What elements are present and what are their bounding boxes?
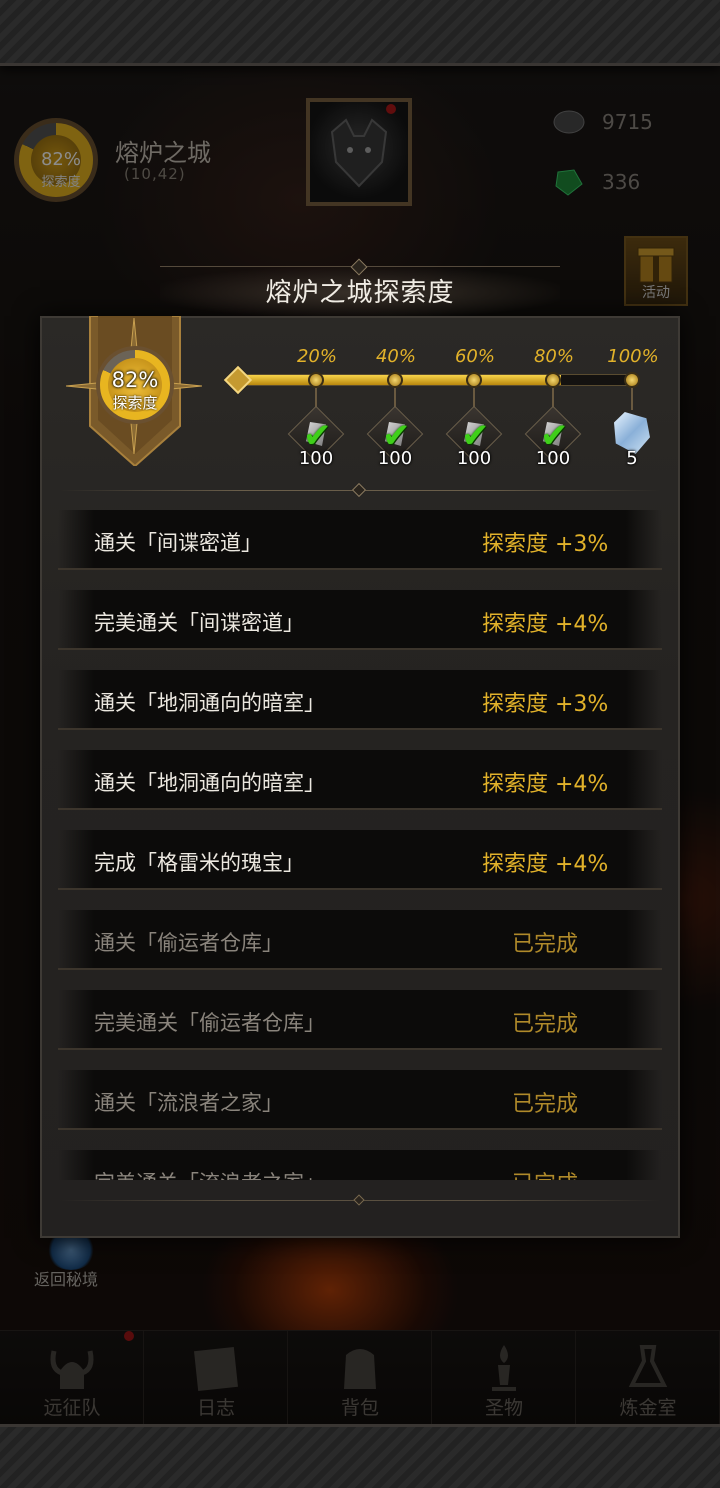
task-reward: 探索度 +4% (482, 852, 609, 877)
task-name: 完美通关「流浪者之家」 (94, 1167, 325, 1180)
milestone-node (624, 372, 640, 388)
task-row: 通关「地洞通向的暗室」 探索度 +4% (58, 750, 662, 810)
milestone-reward-80[interactable]: ✔ 100 (524, 405, 582, 469)
task-name: 完美通关「间谍密道」 (94, 611, 304, 635)
milestone-node (466, 372, 482, 388)
task-reward: 探索度 +4% (482, 612, 609, 637)
task-row: 通关「间谍密道」 探索度 +3% (58, 510, 662, 570)
medal-progress-label: 探索度 (112, 394, 158, 412)
task-row: 完美通关「间谍密道」 探索度 +4% (58, 590, 662, 650)
top-frame (0, 0, 720, 66)
task-name: 通关「地洞通向的暗室」 (94, 771, 325, 795)
task-row: 通关「地洞通向的暗室」 探索度 +3% (58, 670, 662, 730)
milestone-stem (631, 388, 633, 410)
task-row: 完成「格雷米的瑰宝」 探索度 +4% (58, 830, 662, 890)
reward-qty: 100 (298, 448, 334, 469)
milestone-node (387, 372, 403, 388)
reward-qty: 100 (535, 448, 571, 469)
task-name: 通关「地洞通向的暗室」 (94, 691, 325, 715)
milestone-pct: 80% (533, 346, 574, 367)
milestone-pct: 40% (375, 346, 416, 367)
milestone-reward-60[interactable]: ✔ 100 (445, 405, 503, 469)
reward-qty: 5 (626, 448, 638, 469)
milestone-pct: 20% (296, 346, 337, 367)
task-name: 完美通关「偷运者仓库」 (94, 1011, 325, 1035)
milestone-node (308, 372, 324, 388)
exploration-progress-bar (240, 374, 632, 386)
task-status: 已完成 (512, 932, 579, 957)
task-row-completed: 通关「流浪者之家」 已完成 (58, 1070, 662, 1130)
task-reward: 探索度 +3% (482, 532, 609, 557)
task-status: 已完成 (512, 1012, 579, 1037)
task-row-completed: 完美通关「流浪者之家」 已完成 (58, 1150, 662, 1180)
milestone-node (545, 372, 561, 388)
task-list[interactable]: 通关「间谍密道」 探索度 +3% 完美通关「间谍密道」 探索度 +4% 通关「地… (58, 510, 662, 1180)
reward-qty: 100 (456, 448, 492, 469)
modal-header: 熔炉之城探索度 (160, 258, 560, 318)
bottom-frame (0, 1424, 720, 1488)
milestone-reward-20[interactable]: ✔ 100 (287, 405, 345, 469)
modal-title: 熔炉之城探索度 (265, 278, 455, 308)
medal-progress-pct: 82% (111, 368, 159, 392)
task-name: 通关「流浪者之家」 (94, 1091, 283, 1115)
milestone-reward-100[interactable]: 5 (605, 410, 659, 469)
milestone-pct: 60% (454, 346, 495, 367)
milestone-pct: 100% (607, 346, 659, 367)
task-reward: 探索度 +3% (482, 692, 609, 717)
milestone-reward-40[interactable]: ✔ 100 (366, 405, 424, 469)
task-status: 已完成 (512, 1166, 578, 1180)
task-status: 已完成 (512, 1092, 579, 1117)
task-row-completed: 通关「偷运者仓库」 已完成 (58, 910, 662, 970)
task-row-completed: 完美通关「偷运者仓库」 已完成 (58, 990, 662, 1050)
reward-qty: 100 (377, 448, 413, 469)
task-name: 通关「间谍密道」 (94, 531, 262, 555)
task-name: 通关「偷运者仓库」 (94, 931, 283, 955)
task-reward: 探索度 +4% (482, 772, 609, 797)
task-name: 完成「格雷米的瑰宝」 (94, 851, 304, 875)
